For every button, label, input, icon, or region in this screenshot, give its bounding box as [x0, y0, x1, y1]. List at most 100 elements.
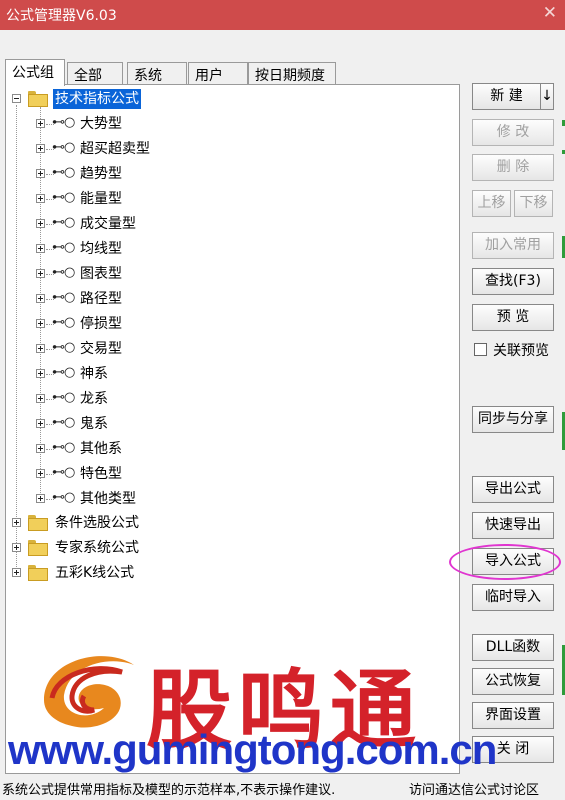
tree-node-label: 成交量型	[80, 216, 136, 232]
tree-node-indicator[interactable]: ⊷○ 鬼系	[6, 414, 206, 436]
expand-icon[interactable]	[36, 469, 45, 478]
expand-icon[interactable]	[36, 344, 45, 353]
tree-node-label: 专家系统公式	[55, 540, 139, 556]
tree-node-label: 停损型	[80, 316, 122, 332]
expand-icon[interactable]	[36, 219, 45, 228]
expand-icon[interactable]	[36, 494, 45, 503]
key-icon: ⊷○	[52, 190, 75, 205]
key-icon: ⊷○	[52, 165, 75, 180]
new-button[interactable]: 新 建	[472, 83, 541, 110]
collapse-icon[interactable]	[12, 94, 21, 103]
expand-icon[interactable]	[12, 543, 21, 552]
quick-export-button[interactable]: 快速导出	[472, 512, 554, 539]
expand-icon[interactable]	[36, 269, 45, 278]
expand-icon[interactable]	[36, 319, 45, 328]
tree-node-indicator[interactable]: ⊷○ 趋势型	[6, 164, 206, 186]
tree-node-label: 条件选股公式	[55, 515, 139, 531]
tab-formula-group[interactable]: 公式组	[5, 59, 65, 86]
tree-node-indicator[interactable]: ⊷○ 其他类型	[6, 489, 206, 511]
tab-system[interactable]: 系统	[127, 62, 187, 85]
tab-user[interactable]: 用户	[188, 62, 248, 85]
folder-icon	[28, 91, 48, 107]
tree-node-label: 超买超卖型	[80, 141, 150, 157]
dll-function-button[interactable]: DLL函数	[472, 634, 554, 661]
expand-icon[interactable]	[12, 518, 21, 527]
status-text: 系统公式提供常用指标及模型的示范样本,不表示操作建议.	[2, 783, 336, 798]
tree-node-indicator[interactable]: ⊷○ 大势型	[6, 114, 206, 136]
move-down-button[interactable]: 下移	[514, 190, 553, 217]
expand-icon[interactable]	[36, 169, 45, 178]
tab-by-date-frequency[interactable]: 按日期频度	[248, 62, 336, 85]
delete-button[interactable]: 删 除	[472, 154, 554, 181]
expand-icon[interactable]	[36, 394, 45, 403]
tree-node-indicator[interactable]: ⊷○ 交易型	[6, 339, 206, 361]
key-icon: ⊷○	[52, 440, 75, 455]
find-button[interactable]: 查找(F3)	[472, 268, 554, 295]
title-bar: 公式管理器V6.03 ✕	[0, 0, 565, 30]
tree-node-indicator[interactable]: ⊷○ 龙系	[6, 389, 206, 411]
discussion-link[interactable]: 访问通达信公式讨论区	[409, 779, 539, 798]
tree-node-indicator[interactable]: ⊷○ 路径型	[6, 289, 206, 311]
key-icon: ⊷○	[52, 315, 75, 330]
key-icon: ⊷○	[52, 465, 75, 480]
tree-node-label: 大势型	[80, 116, 122, 132]
tree-node-root[interactable]: 技术指标公式	[6, 89, 206, 111]
temp-import-button[interactable]: 临时导入	[472, 584, 554, 611]
sync-share-button[interactable]: 同步与分享	[472, 406, 554, 433]
expand-icon[interactable]	[36, 144, 45, 153]
add-to-common-button[interactable]: 加入常用	[472, 232, 554, 259]
tree-node-indicator[interactable]: ⊷○ 超买超卖型	[6, 139, 206, 161]
tree-node-indicator[interactable]: ⊷○ 其他系	[6, 439, 206, 461]
tree-node-indicator[interactable]: ⊷○ 能量型	[6, 189, 206, 211]
move-up-button[interactable]: 上移	[472, 190, 511, 217]
formula-restore-button[interactable]: 公式恢复	[472, 668, 554, 695]
tab-all[interactable]: 全部	[67, 62, 123, 85]
key-icon: ⊷○	[52, 415, 75, 430]
tree-node-group[interactable]: 专家系统公式	[6, 538, 206, 560]
preview-button[interactable]: 预 览	[472, 304, 554, 331]
expand-icon[interactable]	[12, 568, 21, 577]
expand-icon[interactable]	[36, 294, 45, 303]
export-formula-button[interactable]: 导出公式	[472, 476, 554, 503]
folder-icon	[28, 565, 48, 581]
tree-node-label: 龙系	[80, 391, 108, 407]
key-icon: ⊷○	[52, 140, 75, 155]
linked-preview-checkbox[interactable]	[474, 343, 487, 356]
tree-node-label: 均线型	[80, 241, 122, 257]
expand-icon[interactable]	[36, 119, 45, 128]
tree-node-label: 能量型	[80, 191, 122, 207]
status-bar: 系统公式提供常用指标及模型的示范样本,不表示操作建议. 访问通达信公式讨论区	[2, 776, 564, 800]
expand-icon[interactable]	[36, 444, 45, 453]
modify-button[interactable]: 修 改	[472, 119, 554, 146]
ui-settings-button[interactable]: 界面设置	[472, 702, 554, 729]
key-icon: ⊷○	[52, 490, 75, 505]
tree-node-indicator[interactable]: ⊷○ 均线型	[6, 239, 206, 261]
folder-icon	[28, 515, 48, 531]
expand-icon[interactable]	[36, 369, 45, 378]
tree-node-indicator[interactable]: ⊷○ 神系	[6, 364, 206, 386]
tree-node-indicator[interactable]: ⊷○ 停损型	[6, 314, 206, 336]
folder-icon	[28, 540, 48, 556]
tree-node-indicator[interactable]: ⊷○ 特色型	[6, 464, 206, 486]
tree-node-label: 趋势型	[80, 166, 122, 182]
key-icon: ⊷○	[52, 215, 75, 230]
tree-node-label: 鬼系	[80, 416, 108, 432]
key-icon: ⊷○	[52, 265, 75, 280]
tree-node-label: 其他系	[80, 441, 122, 457]
tree-node-label: 图表型	[80, 266, 122, 282]
tree-node-label: 其他类型	[80, 491, 136, 507]
url-watermark: www.gumingtong.com.cn	[8, 726, 497, 773]
linked-preview-label: 关联预览	[493, 343, 549, 359]
key-icon: ⊷○	[52, 365, 75, 380]
expand-icon[interactable]	[36, 194, 45, 203]
tree-node-group[interactable]: 条件选股公式	[6, 513, 206, 535]
close-icon[interactable]: ✕	[543, 3, 557, 23]
tree-node-group[interactable]: 五彩K线公式	[6, 563, 206, 585]
expand-icon[interactable]	[36, 244, 45, 253]
tree-node-indicator[interactable]: ⊷○ 图表型	[6, 264, 206, 286]
tree-node-indicator[interactable]: ⊷○ 成交量型	[6, 214, 206, 236]
expand-icon[interactable]	[36, 419, 45, 428]
tree-node-label: 神系	[80, 366, 108, 382]
tree-node-label: 路径型	[80, 291, 122, 307]
new-dropdown-arrow-icon[interactable]: ↓	[540, 83, 554, 110]
